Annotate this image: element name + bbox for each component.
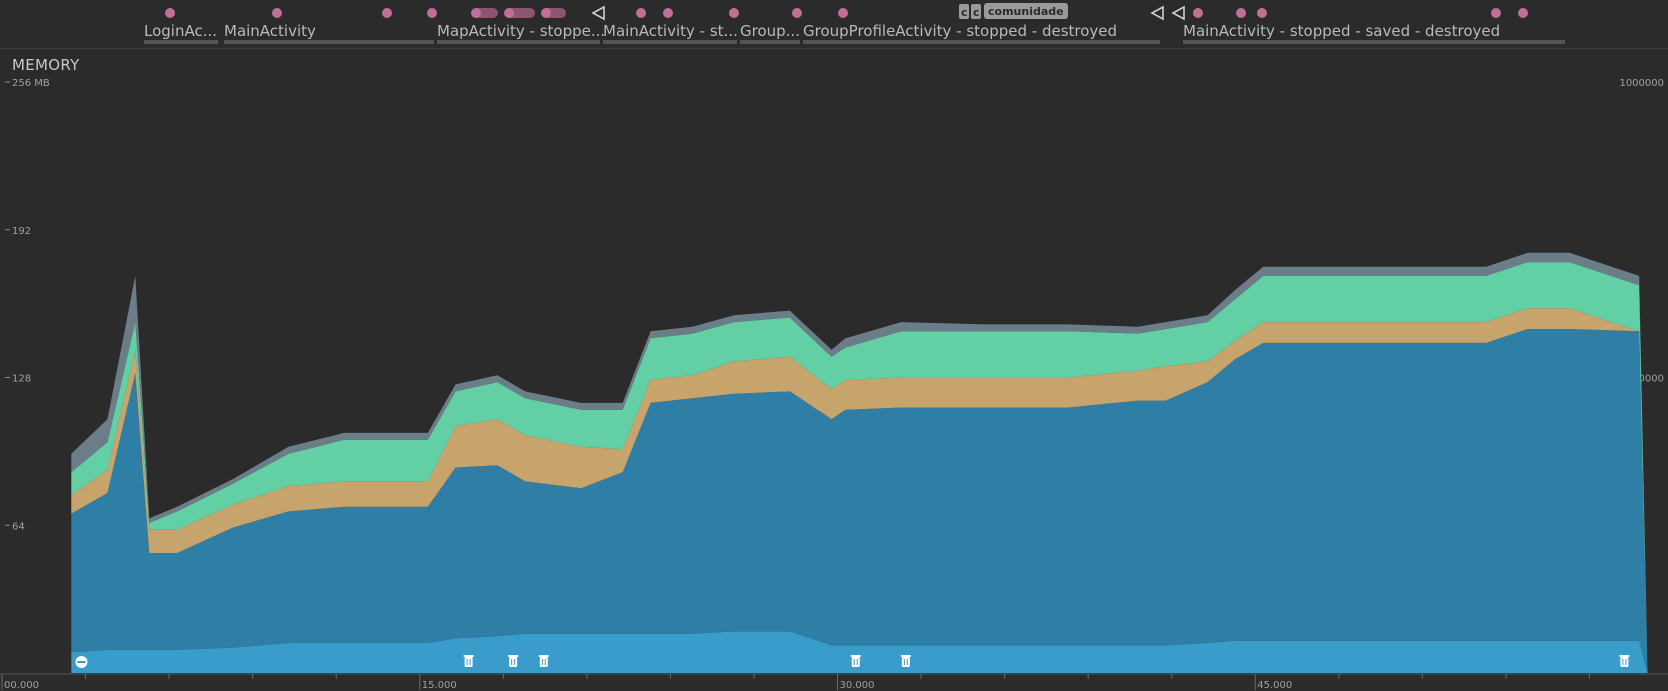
y-tick-label: 192: [12, 226, 31, 237]
y-tick-label: 64: [12, 521, 25, 532]
gc-trash-lid: [900, 655, 911, 657]
gc-trash-icon: [901, 657, 910, 667]
gc-trash-icon: [539, 657, 548, 667]
x-tick-label: 00.000: [4, 680, 39, 691]
gc-start-icon-bar: [77, 661, 86, 663]
gc-trash-lid: [538, 655, 549, 657]
memory-areas: [71, 252, 1648, 674]
y-tick-label: 128: [12, 374, 31, 385]
gc-trash-icon: [509, 657, 518, 667]
x-tick-label: 45.000: [1257, 680, 1292, 691]
y-tick-label: 256 MB: [12, 78, 50, 89]
gc-trash-icon: [464, 657, 473, 667]
gc-trash-icon: [1620, 657, 1629, 667]
x-axis-background: [0, 674, 1668, 691]
gc-trash-lid: [850, 655, 861, 657]
y-axis-left: 256 MB 192 128 64: [5, 78, 50, 532]
x-tick-label: 15.000: [422, 680, 457, 691]
gc-trash-lid: [508, 655, 519, 657]
gc-trash-lid: [1619, 655, 1630, 657]
x-tick-label: 30.000: [840, 680, 875, 691]
memory-chart: 256 MB19212864 1000000500000 00.000 15.00…: [0, 78, 1668, 691]
gc-trash-icon: [851, 657, 860, 667]
y-right-tick-label: 1000000: [1619, 78, 1664, 89]
x-axis: 00.000 15.000 30.000 45.000: [0, 673, 1668, 691]
gc-trash-lid: [463, 655, 474, 657]
